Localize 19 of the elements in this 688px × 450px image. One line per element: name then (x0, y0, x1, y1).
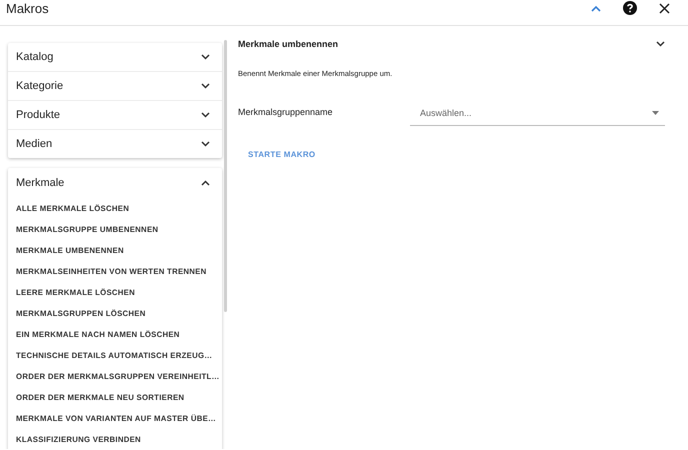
accordion-header[interactable]: Merkmale (8, 168, 222, 198)
accordion-header[interactable]: Katalog (8, 43, 222, 72)
close-icon[interactable] (659, 2, 670, 14)
chevron-up-icon (201, 180, 210, 186)
collapse-icon[interactable] (591, 4, 601, 12)
chevron-down-icon (201, 141, 210, 147)
chevron-down-icon (201, 83, 210, 89)
window-title: Makros (6, 0, 49, 16)
chevron-down-icon (201, 54, 210, 60)
accordion-header[interactable]: Medien (8, 130, 222, 158)
help-icon[interactable] (623, 1, 637, 15)
field-label: Merkmalsgruppenname (238, 107, 334, 117)
chevron-down-icon (201, 112, 210, 118)
chevron-down-icon[interactable] (656, 41, 665, 47)
dropdown-arrow-icon (652, 111, 659, 115)
accordion-header[interactable]: Kategorie (8, 72, 222, 101)
select-field[interactable]: Auswählen... (410, 101, 665, 126)
macro-title: Merkmale umbenennen (238, 39, 338, 49)
accordion-header[interactable]: Produkte (8, 101, 222, 130)
